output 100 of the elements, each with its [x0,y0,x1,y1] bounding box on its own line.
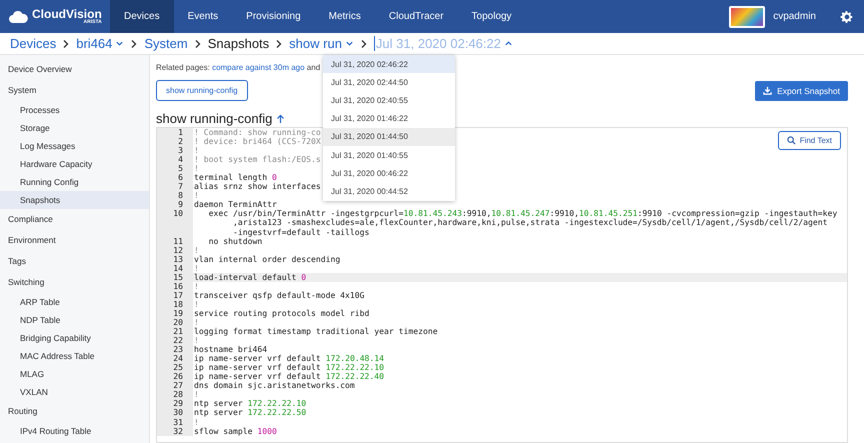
settings-icon[interactable] [840,10,854,24]
line-number: 9 [157,200,193,210]
sidebar-item[interactable]: Storage [0,119,149,137]
chevron-right-icon [360,38,368,48]
command-button[interactable]: show running-config [156,80,248,101]
breadcrumb-item: Snapshots [208,36,270,51]
dropdown-option[interactable]: Jul 31, 2020 01:44:50 [323,128,455,146]
sidebar-item[interactable]: ARP Table [0,293,149,311]
dropdown-option[interactable]: Jul 31, 2020 01:46:22 [323,110,455,128]
sidebar-section[interactable]: Device Overview [0,59,149,80]
sidebar-section[interactable]: Environment [0,230,149,251]
nav-tab[interactable]: CloudTracer [374,0,458,33]
code-line: ! [194,318,199,328]
code-line: ! device: bri464 (CCS-720X [194,137,321,146]
code-line: ! [194,390,199,400]
code-line: daemon TerminAttr [194,200,277,210]
breadcrumb-item[interactable]: show run [289,36,354,51]
dropdown-option[interactable]: Jul 31, 2020 01:40:55 [323,146,455,164]
line-number: 7 [157,182,193,192]
sidebar-section[interactable]: Routing [0,401,149,422]
sidebar-item[interactable]: Bridging Capability [0,329,149,347]
line-number: 26 [157,372,193,382]
line-number: 4 [157,155,193,164]
dropdown-option[interactable]: Jul 31, 2020 00:44:52 [323,182,455,200]
logo-name: CloudVision [32,8,102,20]
line-number: 21 [157,327,193,336]
line-number: 3 [157,146,193,156]
line-number: 29 [157,399,193,408]
line-number: 23 [157,345,193,354]
code-line: -ingestvrf=default -taillogs [232,228,370,237]
sidebar-item[interactable]: NDP Table [0,311,149,329]
sidebar-item[interactable]: IPv4 Routing Table [0,422,149,440]
nav-tab[interactable]: Events [174,0,232,33]
sidebar-item[interactable]: Hardware Capacity [0,155,149,173]
line-number: 8 [157,191,193,200]
code-line: vlan internal order descending [194,254,340,264]
sidebar-item[interactable]: MLAG [0,365,149,383]
code-line: ! [194,164,199,174]
line-number: 30 [157,408,193,418]
sidebar-section[interactable]: Switching [0,272,149,293]
breadcrumb-item[interactable]: System [144,36,188,51]
dropdown-option[interactable]: Jul 31, 2020 02:44:50 [323,73,455,92]
breadcrumb-item[interactable]: bri464 [76,36,124,51]
chevron-up-icon [504,39,513,48]
nav-tab[interactable]: Devices [110,0,174,33]
sidebar-section[interactable]: System [0,80,149,101]
line-number: 24 [157,354,193,364]
code-line: exec /usr/bin/TerminAttr -ingestgrpcurl=10.81.45.243:9910,10.81.45.247:9910,10.81.45.251:9910 -cvcompression=gzip -ingestauth=key [208,209,838,218]
code-line: terminal length 0 [194,173,277,182]
compare-link[interactable]: compare against 30m ago [212,63,305,72]
code-line: ! [194,264,199,273]
export-button[interactable]: Export Snapshot [755,80,848,100]
sidebar-section[interactable]: Compliance [0,209,149,230]
code-line: alias srnz show interfaces [194,182,321,192]
search-icon [786,136,796,145]
nav-tab[interactable]: Topology [458,0,526,33]
code-line: transceiver qsfp default-mode 4x10G [194,290,365,300]
code-line: ntp server 172.22.22.50 [194,408,306,418]
code-line: ! [194,336,199,346]
sidebar-item[interactable]: Snapshots [0,191,149,209]
line-number: 6 [157,173,193,182]
code-line: ! boot system flash:/EOS.s [194,155,321,164]
line-number: 5 [157,164,193,174]
cloud-logo-icon [8,10,28,24]
sidebar-section[interactable]: Tags [0,251,149,272]
breadcrumb-item[interactable]: Devices [10,36,56,51]
code-line: ! [194,146,199,156]
section-title: show running-config [156,111,272,126]
code-line: service routing protocols model ribd [194,308,370,318]
sidebar-item[interactable]: Running Config [0,173,149,191]
sidebar-item[interactable]: Log Messages [0,137,149,155]
chevron-down-icon [115,39,124,48]
related-pages-text: Related pages: compare against 30m ago and [156,63,320,72]
sidebar-item[interactable]: Processes [0,101,149,119]
chevron-right-icon [130,38,138,48]
code-line: logging format timestamp traditional year timezone [194,327,438,336]
code-line: load-interval default 0 [194,272,306,282]
avatar-image-placeholder [729,6,766,28]
sidebar-item[interactable]: VXLAN [0,383,149,401]
arrow-up-icon[interactable] [276,114,286,124]
line-number: 25 [157,363,193,372]
code-line: ! [194,246,199,255]
dropdown-option[interactable]: Jul 31, 2020 02:46:22 [323,55,455,74]
username: cvpadmin [773,11,816,22]
dropdown-option[interactable]: Jul 31, 2020 02:40:55 [323,91,455,110]
find-text-button[interactable]: Find Text [778,131,841,150]
line-number: 27 [157,381,193,390]
download-icon [763,86,772,95]
code-line: ! [194,418,199,427]
code-line: hostname bri464 [194,345,268,354]
code-line: dns domain sjc.aristanetworks.com [194,381,355,390]
code-line: ,arista123 -smashexcludes=ale,flexCounter,hardware,kni,pulse,strata -ingestexclude=/Sysdb/cell/1/agent,/Sysdb/cell/2/agent [232,218,828,228]
sidebar-item[interactable]: MAC Address Table [0,347,149,365]
dropdown-option[interactable]: Jul 31, 2020 00:46:22 [323,164,455,182]
code-line: ! [194,300,199,309]
code-line: ip name-server vrf default 172.22.22.40 [194,372,384,382]
nav-tab[interactable]: Provisioning [232,0,315,33]
nav-tab[interactable]: Metrics [314,0,375,33]
chevron-right-icon [275,38,284,48]
code-line: ip name-server vrf default 172.22.22.10 [194,363,384,372]
